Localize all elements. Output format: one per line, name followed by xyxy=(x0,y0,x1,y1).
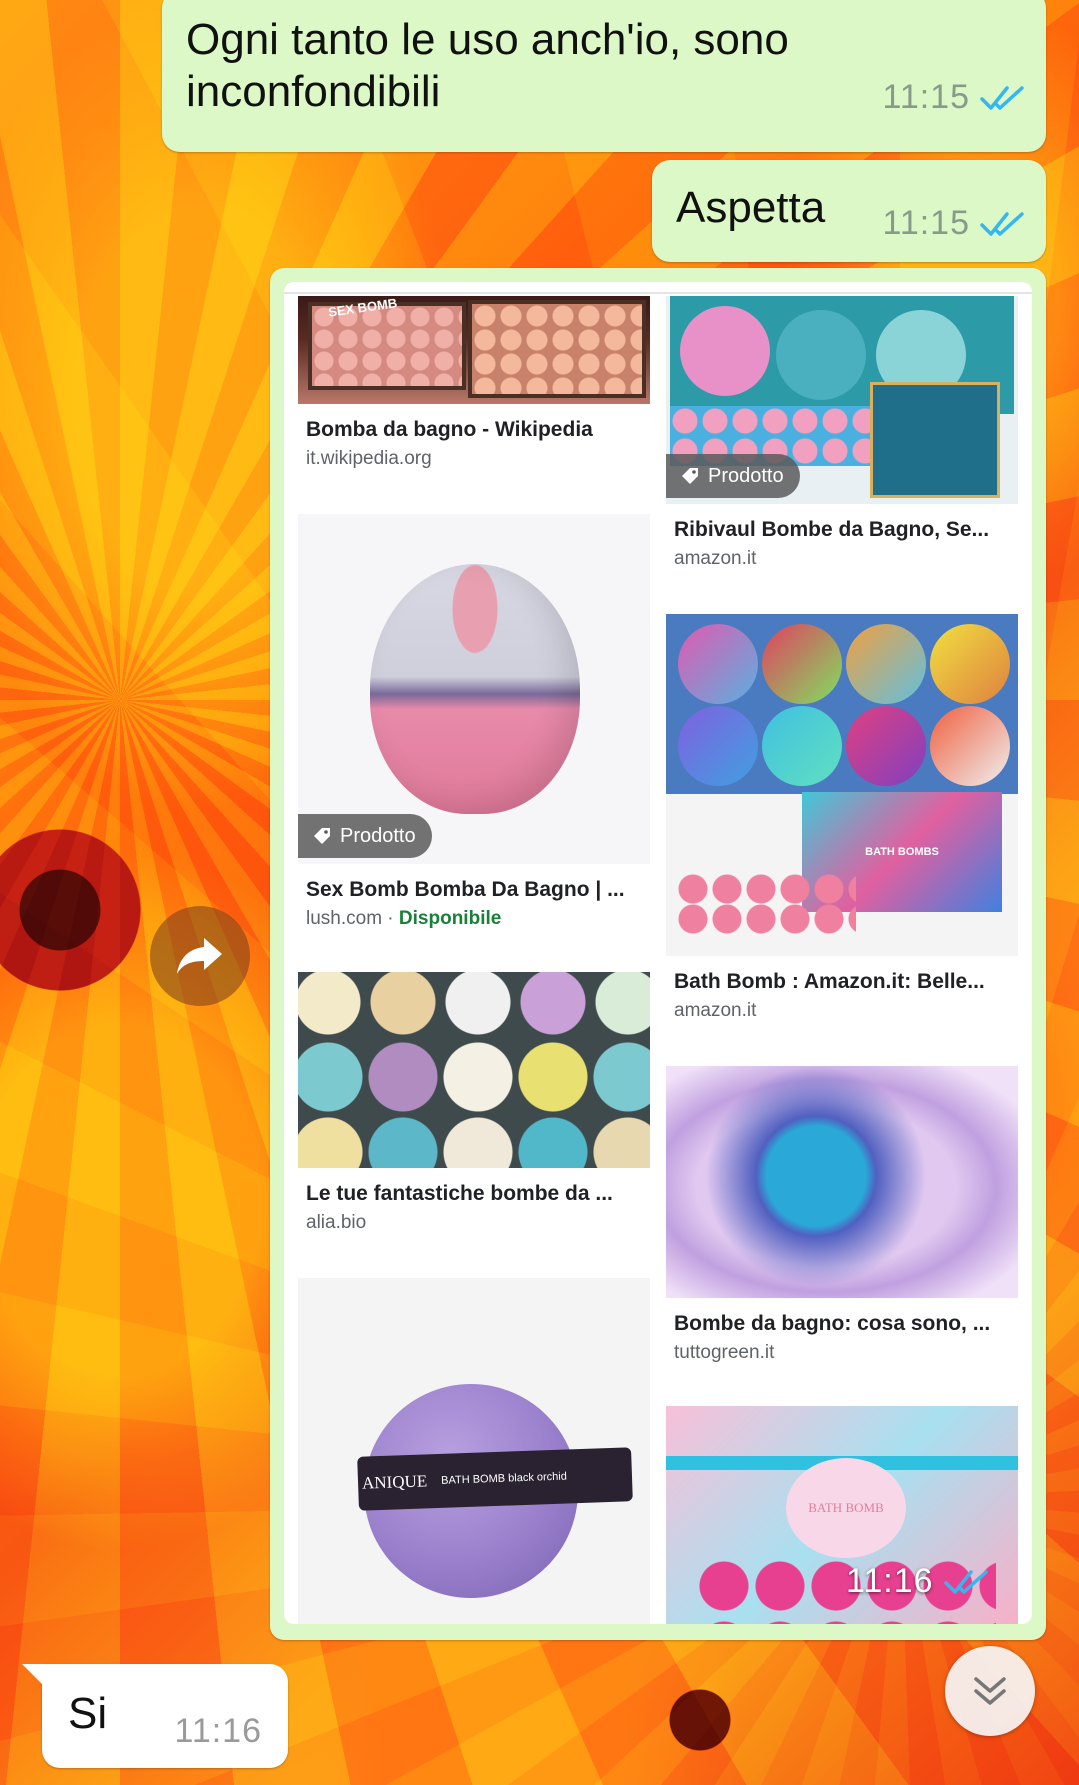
forward-button[interactable] xyxy=(150,906,250,1006)
result-thumbnail xyxy=(298,972,650,1168)
result-title: Ribivaul Bombe da Bagno, Se... xyxy=(674,518,990,541)
read-ticks-icon xyxy=(943,1569,988,1594)
message-time: 11:15 xyxy=(882,204,970,242)
image-label: BATH BOMB black orchid xyxy=(440,1470,568,1487)
message-meta: 11:15 xyxy=(882,78,1026,117)
shared-screenshot-image[interactable]: SEX BOMB Bomba da bagno - Wikipedia it.w… xyxy=(284,282,1032,1624)
product-badge: Prodotto xyxy=(298,814,432,858)
result-source: amazon.it xyxy=(674,548,757,569)
result-title: Le tue fantastiche bombe da ... xyxy=(306,1182,613,1205)
availability-label: Disponibile xyxy=(398,908,502,929)
result-source: lush.com · Disponibile xyxy=(306,908,502,929)
outgoing-message-bubble[interactable]: Ogni tanto le uso anch'io, sono inconfon… xyxy=(162,0,1046,152)
message-meta: 11:16 xyxy=(174,1712,262,1751)
message-text: Ogni tanto le uso anch'io, sono inconfon… xyxy=(186,15,789,116)
result-thumbnail: ANIQUE BATH BOMB black orchid xyxy=(298,1278,650,1624)
message-time: 11:16 xyxy=(846,1562,934,1600)
result-title: Bomba da bagno - Wikipedia xyxy=(306,418,593,441)
message-text: Aspetta xyxy=(676,183,826,232)
message-text: Si xyxy=(68,1689,108,1738)
image-result: SEX BOMB Bomba da bagno - Wikipedia it.w… xyxy=(298,296,650,470)
result-thumbnail: BATH BOMBS xyxy=(666,614,1018,956)
result-source: alia.bio xyxy=(306,1212,367,1233)
image-label: ANIQUE xyxy=(361,1471,428,1493)
result-thumbnail: Prodotto xyxy=(298,514,650,864)
incoming-message-bubble[interactable]: Si 11:16 xyxy=(42,1664,288,1768)
result-source: it.wikipedia.org xyxy=(306,448,432,469)
result-title: Bath Bomb : Amazon.it: Belle... xyxy=(674,970,985,993)
image-label: BATH BOMB xyxy=(786,1458,906,1558)
message-meta: 11:16 xyxy=(846,1562,990,1601)
read-ticks-icon xyxy=(980,211,1024,236)
image-result: Bombe da bagno: cosa sono, ... tuttogree… xyxy=(666,1066,1018,1364)
read-ticks-icon xyxy=(980,85,1024,110)
product-badge: Prodotto xyxy=(666,454,800,498)
double-chevron-down-icon xyxy=(974,1677,1006,1705)
outgoing-message-bubble[interactable]: Aspetta 11:15 xyxy=(652,160,1046,262)
message-meta: 11:15 xyxy=(882,204,1026,243)
forward-arrow-icon xyxy=(177,938,222,974)
image-result: Prodotto Sex Bomb Bomba Da Bagno | ... l… xyxy=(298,514,650,930)
scroll-to-bottom-button[interactable] xyxy=(945,1646,1035,1736)
message-time: 11:16 xyxy=(174,1712,262,1750)
image-result: Prodotto Ribivaul Bombe da Bagno, Se... … xyxy=(666,296,1018,570)
tag-icon xyxy=(314,828,330,844)
result-thumbnail xyxy=(666,1066,1018,1298)
result-title: Bombe da bagno: cosa sono, ... xyxy=(674,1312,991,1335)
result-thumbnail: SEX BOMB xyxy=(298,296,650,404)
message-time: 11:15 xyxy=(882,78,970,116)
result-title: Sex Bomb Bomba Da Bagno | ... xyxy=(306,878,625,901)
result-source: amazon.it xyxy=(674,1000,757,1021)
result-thumbnail: Prodotto xyxy=(666,296,1018,504)
image-result: ANIQUE BATH BOMB black orchid xyxy=(298,1278,650,1624)
image-result: BATH BOMBS Bath Bomb : Amazon.it: Belle.… xyxy=(666,614,1018,1022)
bubble-tail xyxy=(22,1664,52,1694)
result-source: tuttogreen.it xyxy=(674,1342,775,1363)
image-result: Le tue fantastiche bombe da ... alia.bio xyxy=(298,972,650,1234)
tag-icon xyxy=(682,468,698,484)
